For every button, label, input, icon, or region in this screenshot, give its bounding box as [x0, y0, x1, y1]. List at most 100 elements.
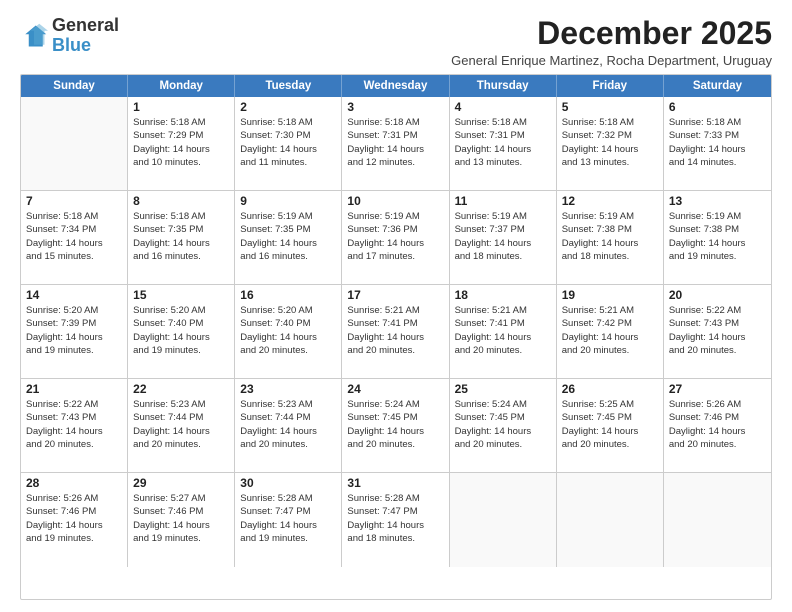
day-info: Sunrise: 5:18 AM Sunset: 7:32 PM Dayligh…: [562, 116, 658, 169]
day-info: Sunrise: 5:23 AM Sunset: 7:44 PM Dayligh…: [133, 398, 229, 451]
day-number: 7: [26, 194, 122, 208]
day-number: 14: [26, 288, 122, 302]
calendar-cell: 6Sunrise: 5:18 AM Sunset: 7:33 PM Daylig…: [664, 97, 771, 190]
calendar-cell: [664, 473, 771, 567]
calendar-cell: 16Sunrise: 5:20 AM Sunset: 7:40 PM Dayli…: [235, 285, 342, 378]
calendar-row: 14Sunrise: 5:20 AM Sunset: 7:39 PM Dayli…: [21, 285, 771, 379]
calendar-row: 7 Sunrise: 5:18 AM Sunset: 7:34 PM Daylig…: [21, 191, 771, 285]
day-info: Sunrise: 5:18 AM Sunset: 7:30 PM Dayligh…: [240, 116, 336, 169]
day-info: Sunrise: 5:27 AM Sunset: 7:46 PM Dayligh…: [133, 492, 229, 545]
calendar-cell: 22 Sunrise: 5:23 AM Sunset: 7:44 PM Dayli…: [128, 379, 235, 472]
calendar-cell: 24Sunrise: 5:24 AM Sunset: 7:45 PM Dayli…: [342, 379, 449, 472]
day-info: Sunrise: 5:20 AM Sunset: 7:40 PM Dayligh…: [133, 304, 229, 357]
calendar-cell: [557, 473, 664, 567]
month-title: December 2025: [451, 16, 772, 51]
day-number: 2: [240, 100, 336, 114]
day-number: 8: [133, 194, 229, 208]
day-number: 1: [133, 100, 229, 114]
day-number: 27: [669, 382, 766, 396]
day-number: 29: [133, 476, 229, 490]
calendar-cell: 5 Sunrise: 5:18 AM Sunset: 7:32 PM Daylig…: [557, 97, 664, 190]
calendar-row: 21Sunrise: 5:22 AM Sunset: 7:43 PM Dayli…: [21, 379, 771, 473]
calendar-cell: 17 Sunrise: 5:21 AM Sunset: 7:41 PM Dayli…: [342, 285, 449, 378]
calendar-cell: 3Sunrise: 5:18 AM Sunset: 7:31 PM Daylig…: [342, 97, 449, 190]
calendar-cell: 21Sunrise: 5:22 AM Sunset: 7:43 PM Dayli…: [21, 379, 128, 472]
calendar-cell: [21, 97, 128, 190]
day-info: Sunrise: 5:18 AM Sunset: 7:34 PM Dayligh…: [26, 210, 122, 263]
logo-blue: Blue: [52, 35, 91, 55]
day-number: 23: [240, 382, 336, 396]
calendar-cell: 2 Sunrise: 5:18 AM Sunset: 7:30 PM Daylig…: [235, 97, 342, 190]
day-info: Sunrise: 5:26 AM Sunset: 7:46 PM Dayligh…: [669, 398, 766, 451]
day-info: Sunrise: 5:21 AM Sunset: 7:41 PM Dayligh…: [347, 304, 443, 357]
subtitle: General Enrique Martinez, Rocha Departme…: [451, 53, 772, 68]
calendar-cell: [450, 473, 557, 567]
day-info: Sunrise: 5:19 AM Sunset: 7:35 PM Dayligh…: [240, 210, 336, 263]
calendar-cell: 11Sunrise: 5:19 AM Sunset: 7:37 PM Dayli…: [450, 191, 557, 284]
calendar-body: 1Sunrise: 5:18 AM Sunset: 7:29 PM Daylig…: [21, 97, 771, 567]
day-number: 11: [455, 194, 551, 208]
calendar-cell: 12Sunrise: 5:19 AM Sunset: 7:38 PM Dayli…: [557, 191, 664, 284]
day-info: Sunrise: 5:25 AM Sunset: 7:45 PM Dayligh…: [562, 398, 658, 451]
calendar-row: 28 Sunrise: 5:26 AM Sunset: 7:46 PM Dayli…: [21, 473, 771, 567]
calendar-cell: 29 Sunrise: 5:27 AM Sunset: 7:46 PM Dayli…: [128, 473, 235, 567]
calendar-cell: 27 Sunrise: 5:26 AM Sunset: 7:46 PM Dayli…: [664, 379, 771, 472]
day-info: Sunrise: 5:21 AM Sunset: 7:41 PM Dayligh…: [455, 304, 551, 357]
day-info: Sunrise: 5:18 AM Sunset: 7:31 PM Dayligh…: [347, 116, 443, 169]
day-info: Sunrise: 5:19 AM Sunset: 7:36 PM Dayligh…: [347, 210, 443, 263]
day-info: Sunrise: 5:22 AM Sunset: 7:43 PM Dayligh…: [669, 304, 766, 357]
day-info: Sunrise: 5:28 AM Sunset: 7:47 PM Dayligh…: [347, 492, 443, 545]
day-info: Sunrise: 5:24 AM Sunset: 7:45 PM Dayligh…: [455, 398, 551, 451]
day-info: Sunrise: 5:28 AM Sunset: 7:47 PM Dayligh…: [240, 492, 336, 545]
day-number: 21: [26, 382, 122, 396]
day-info: Sunrise: 5:18 AM Sunset: 7:33 PM Dayligh…: [669, 116, 766, 169]
weekday-header: Wednesday: [342, 75, 449, 97]
day-number: 28: [26, 476, 122, 490]
calendar-cell: 20Sunrise: 5:22 AM Sunset: 7:43 PM Dayli…: [664, 285, 771, 378]
calendar-header-row: SundayMondayTuesdayWednesdayThursdayFrid…: [21, 75, 771, 97]
day-number: 5: [562, 100, 658, 114]
weekday-header: Monday: [128, 75, 235, 97]
day-number: 19: [562, 288, 658, 302]
calendar-cell: 1Sunrise: 5:18 AM Sunset: 7:29 PM Daylig…: [128, 97, 235, 190]
title-block: December 2025 General Enrique Martinez, …: [451, 16, 772, 68]
day-info: Sunrise: 5:19 AM Sunset: 7:38 PM Dayligh…: [669, 210, 766, 263]
calendar-cell: 30 Sunrise: 5:28 AM Sunset: 7:47 PM Dayli…: [235, 473, 342, 567]
weekday-header: Saturday: [664, 75, 771, 97]
calendar-cell: 26 Sunrise: 5:25 AM Sunset: 7:45 PM Dayli…: [557, 379, 664, 472]
calendar-cell: 25 Sunrise: 5:24 AM Sunset: 7:45 PM Dayli…: [450, 379, 557, 472]
calendar-cell: 4Sunrise: 5:18 AM Sunset: 7:31 PM Daylig…: [450, 97, 557, 190]
logo-icon: [20, 22, 48, 50]
calendar-cell: 19 Sunrise: 5:21 AM Sunset: 7:42 PM Dayli…: [557, 285, 664, 378]
day-number: 16: [240, 288, 336, 302]
header: General Blue December 2025 General Enriq…: [20, 16, 772, 68]
calendar-row: 1Sunrise: 5:18 AM Sunset: 7:29 PM Daylig…: [21, 97, 771, 191]
day-number: 22: [133, 382, 229, 396]
day-number: 25: [455, 382, 551, 396]
calendar-cell: 18Sunrise: 5:21 AM Sunset: 7:41 PM Dayli…: [450, 285, 557, 378]
calendar-cell: 23 Sunrise: 5:23 AM Sunset: 7:44 PM Dayli…: [235, 379, 342, 472]
day-info: Sunrise: 5:26 AM Sunset: 7:46 PM Dayligh…: [26, 492, 122, 545]
day-info: Sunrise: 5:21 AM Sunset: 7:42 PM Dayligh…: [562, 304, 658, 357]
day-number: 17: [347, 288, 443, 302]
day-number: 30: [240, 476, 336, 490]
calendar: SundayMondayTuesdayWednesdayThursdayFrid…: [20, 74, 772, 600]
logo-text: General Blue: [52, 16, 119, 56]
day-number: 9: [240, 194, 336, 208]
calendar-cell: 10Sunrise: 5:19 AM Sunset: 7:36 PM Dayli…: [342, 191, 449, 284]
day-number: 31: [347, 476, 443, 490]
weekday-header: Sunday: [21, 75, 128, 97]
day-number: 24: [347, 382, 443, 396]
calendar-cell: 14Sunrise: 5:20 AM Sunset: 7:39 PM Dayli…: [21, 285, 128, 378]
day-info: Sunrise: 5:18 AM Sunset: 7:31 PM Dayligh…: [455, 116, 551, 169]
calendar-cell: 8 Sunrise: 5:18 AM Sunset: 7:35 PM Daylig…: [128, 191, 235, 284]
calendar-cell: 7 Sunrise: 5:18 AM Sunset: 7:34 PM Daylig…: [21, 191, 128, 284]
day-info: Sunrise: 5:23 AM Sunset: 7:44 PM Dayligh…: [240, 398, 336, 451]
day-number: 26: [562, 382, 658, 396]
day-info: Sunrise: 5:18 AM Sunset: 7:35 PM Dayligh…: [133, 210, 229, 263]
calendar-cell: 28 Sunrise: 5:26 AM Sunset: 7:46 PM Dayli…: [21, 473, 128, 567]
day-number: 12: [562, 194, 658, 208]
logo-general: General: [52, 15, 119, 35]
calendar-cell: 31 Sunrise: 5:28 AM Sunset: 7:47 PM Dayli…: [342, 473, 449, 567]
day-number: 15: [133, 288, 229, 302]
